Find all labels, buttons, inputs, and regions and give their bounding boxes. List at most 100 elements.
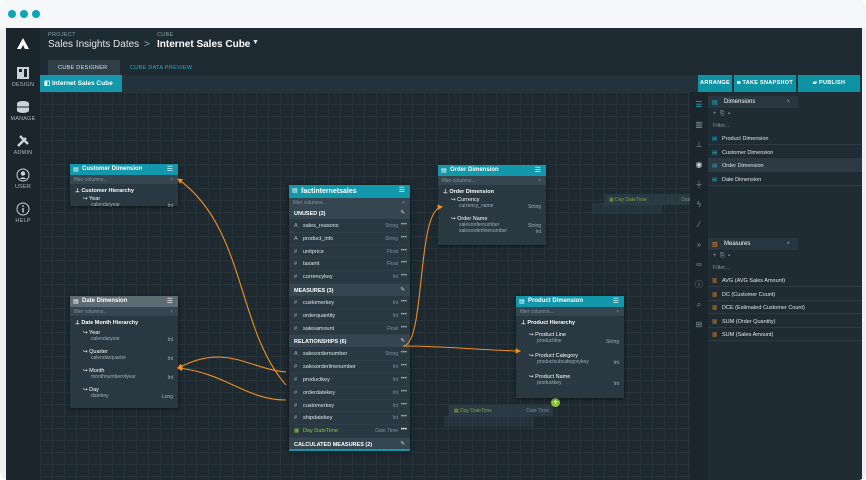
fact-row-day-datetime[interactable]: ▦ Day DateTime Date Time ••• <box>289 425 410 438</box>
menu-icon[interactable]: ☰ <box>535 166 541 174</box>
eye-icon[interactable]: ◉ <box>694 160 704 170</box>
arrange-button[interactable]: ARRANGE <box>698 75 732 92</box>
menu-icon[interactable]: ☰ <box>613 297 619 305</box>
window-dot-maximize[interactable] <box>32 10 40 18</box>
edit-icon[interactable]: ✎ <box>400 338 405 344</box>
more-icon[interactable]: ••• <box>401 363 407 369</box>
fact-row[interactable]: # currencykey Int ••• <box>289 271 410 284</box>
more-icon[interactable]: ••• <box>401 273 407 279</box>
card-header[interactable]: ▤ Product Dimension ☰ <box>516 296 624 307</box>
lightning-icon[interactable]: ϟ <box>694 200 704 210</box>
level-row[interactable]: ↪ Product Line productline String <box>516 332 624 348</box>
more-icon[interactable]: ••• <box>401 325 407 331</box>
nav-design[interactable]: DESIGN <box>6 66 40 88</box>
level-row[interactable]: ↪ Day datekey Long <box>70 387 178 403</box>
dimensions-filter[interactable]: Filter... <box>708 120 862 131</box>
fact-row[interactable]: # taxamt Float ••• <box>289 258 410 272</box>
order-dimension-card[interactable]: ▤ Order Dimension ☰ filter columns... × ⊥… <box>438 165 546 245</box>
level-row[interactable]: ↪ Month monthnumberofyear Int <box>70 368 178 384</box>
filter-input[interactable]: filter columns... × <box>70 175 178 184</box>
nav-help[interactable]: HELP <box>6 202 40 224</box>
fact-section[interactable]: MEASURES (3) ✎ <box>289 283 410 297</box>
window-dot-minimize[interactable] <box>20 10 28 18</box>
info-icon[interactable]: ⓘ <box>694 280 704 290</box>
dimension-list-item[interactable]: ▤ Customer Dimension <box>708 146 862 159</box>
product-dimension-card[interactable]: ▤ Product Dimension ☰ filter columns... ×… <box>516 296 624 398</box>
hierarchy-icon[interactable]: ⊥ <box>694 140 704 150</box>
more-icon[interactable]: ••• <box>401 402 407 408</box>
fact-row[interactable]: Aproduct_info String ••• <box>289 233 410 246</box>
nav-user[interactable]: USER <box>6 168 40 190</box>
card-header[interactable]: ▤ Customer Dimension ☰ <box>70 164 178 175</box>
measure-list-item[interactable]: ▥ AVG (AVG Sales Amount) <box>708 274 862 287</box>
measures-tab[interactable]: ▥ Measures × <box>708 238 798 250</box>
dimension-list-item[interactable]: ▤ Order Dimension <box>708 159 862 172</box>
chart-icon[interactable]: ▥ <box>694 120 704 130</box>
panel-actions[interactable]: + ⎘ ▪ <box>713 111 730 118</box>
filter-input[interactable]: filter columns... × <box>70 307 178 316</box>
tab-cube-data-preview[interactable]: CUBE DATA PREVIEW <box>120 60 208 76</box>
fact-row[interactable]: # orderdatekey Int ••• <box>289 387 410 400</box>
more-icon[interactable]: ••• <box>401 299 407 305</box>
calc-measures-section[interactable]: CALCULATED MEASURES (2) ✎ <box>289 437 410 451</box>
measures-filter[interactable]: Filter... <box>708 262 862 273</box>
more-icon[interactable]: ••• <box>401 312 407 318</box>
publish-button[interactable]: ▰ PUBLISH <box>798 75 860 92</box>
fact-row[interactable]: # customerkey Int ••• <box>289 400 410 413</box>
dimensions-tab[interactable]: ▤ Dimensions × <box>708 96 798 108</box>
filter-input[interactable]: filter columns... × <box>438 176 546 185</box>
grid-icon[interactable]: ⊞ <box>694 320 704 330</box>
level-row[interactable]: ↪ Product Name productkey Int <box>516 374 624 390</box>
level-row[interactable]: ↪ Year calendaryear Int <box>70 330 178 346</box>
close-icon[interactable]: × <box>786 99 790 105</box>
panel-actions[interactable]: + ⎘ ▪ <box>713 253 730 260</box>
filter-input[interactable]: filter columns... × <box>516 307 624 316</box>
fact-row[interactable]: # salesamount Float ••• <box>289 323 410 336</box>
nav-manage[interactable]: MANAGE <box>6 100 40 122</box>
fact-section[interactable]: RELATIONSHIPS (6) ✎ <box>289 335 410 349</box>
more-icon[interactable]: ••• <box>401 222 407 228</box>
binoculars-icon[interactable]: ∞ <box>694 260 704 270</box>
take-snapshot-button[interactable]: ◙ TAKE SNAPSHOT <box>734 75 796 92</box>
more-icon[interactable]: ••• <box>401 414 407 420</box>
window-dot-close[interactable] <box>8 10 16 18</box>
dimension-list-item[interactable]: ▤ Product Dimension <box>708 132 862 145</box>
cube-canvas-tab[interactable]: ◧ Internet Sales Cube <box>40 75 122 92</box>
fact-row[interactable]: # customerkey Int ••• <box>289 297 410 310</box>
add-dot-icon[interactable]: + <box>551 398 560 407</box>
list-icon[interactable]: ☰ <box>694 100 704 110</box>
measure-list-item[interactable]: ▥ SUM (Order Quantity) <box>708 315 862 328</box>
fact-row[interactable]: # productkey Int ••• <box>289 374 410 387</box>
date-dimension-card[interactable]: ▤ Date Dimension ☰ filter columns... × ⊥ … <box>70 296 178 408</box>
more-icon[interactable]: ••• <box>401 235 407 241</box>
chevrons-icon[interactable]: » <box>694 240 704 250</box>
card-header[interactable]: ▤ Order Dimension ☰ <box>438 165 546 176</box>
level-row[interactable]: ↪ Year calendaryear Int <box>70 196 178 212</box>
nav-admin[interactable]: ADMIN <box>6 134 40 156</box>
more-icon[interactable]: ••• <box>401 260 407 266</box>
close-icon[interactable]: × <box>170 177 173 183</box>
more-icon[interactable]: ••• <box>401 376 407 382</box>
cube-name[interactable]: Internet Sales Cube <box>157 39 250 50</box>
customer-dimension-card[interactable]: ▤ Customer Dimension ☰ filter columns...… <box>70 164 178 209</box>
close-icon[interactable]: × <box>786 241 790 247</box>
more-icon[interactable]: ••• <box>401 427 407 433</box>
close-icon[interactable]: × <box>538 178 541 184</box>
dimension-list-item[interactable]: ▤ Date Dimension <box>708 173 862 186</box>
close-icon[interactable]: × <box>170 309 173 315</box>
edit-icon[interactable]: ✎ <box>400 441 405 447</box>
search-icon[interactable]: ⌕ <box>694 300 704 310</box>
measure-list-item[interactable]: ▥ DC (Customer Count) <box>708 288 862 301</box>
filter-input[interactable]: filter columns... × <box>289 198 410 207</box>
measure-list-item[interactable]: ▥ SUM (Sales Amount) <box>708 328 862 341</box>
measure-list-item[interactable]: ▥ DCE (Estimated Customer Count) <box>708 301 862 314</box>
close-icon[interactable]: × <box>402 200 405 206</box>
edit-icon[interactable]: ✎ <box>400 210 405 216</box>
filter-icon[interactable]: ⏚ <box>694 180 704 190</box>
level-row[interactable]: ↪ Product Category productsubcategorykey I… <box>516 353 624 369</box>
fact-row[interactable]: # unitprice Float ••• <box>289 246 410 259</box>
more-icon[interactable]: ••• <box>401 248 407 254</box>
more-icon[interactable]: ••• <box>401 389 407 395</box>
level-row[interactable]: ↪ Order Name salesordernumber salesorderli… <box>438 216 546 238</box>
fact-row[interactable]: Asales_reasons String ••• <box>289 220 410 233</box>
